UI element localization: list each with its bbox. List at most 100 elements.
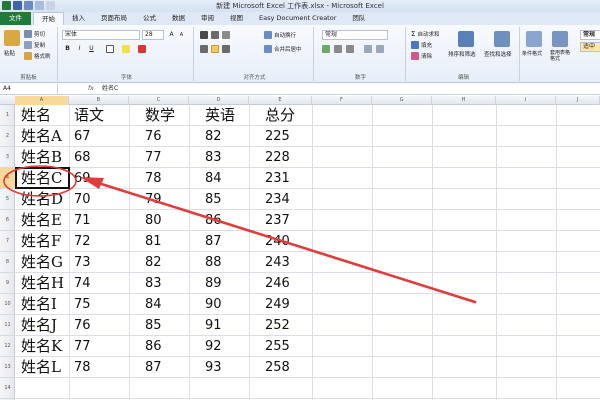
- cell-c9[interactable]: 83: [145, 273, 162, 294]
- increase-decimal-icon[interactable]: [364, 45, 372, 53]
- underline-button[interactable]: U: [87, 44, 96, 53]
- tab-review[interactable]: 审阅: [193, 12, 222, 25]
- number-format-select[interactable]: 常规: [322, 30, 388, 40]
- comma-icon[interactable]: [346, 45, 354, 53]
- tab-data[interactable]: 数据: [164, 12, 193, 25]
- paste-icon[interactable]: [4, 30, 20, 46]
- percent-icon[interactable]: [334, 45, 342, 53]
- formula-input[interactable]: 姓名C: [102, 84, 118, 94]
- cell-a8[interactable]: 姓名G: [21, 252, 63, 273]
- name-box[interactable]: A4: [0, 84, 58, 94]
- cell-e2[interactable]: 225: [265, 126, 290, 147]
- cell-a7[interactable]: 姓名F: [21, 231, 61, 252]
- sort-filter-button[interactable]: 排序和筛选: [448, 50, 476, 58]
- font-size-select[interactable]: 28: [142, 30, 164, 40]
- currency-icon[interactable]: [322, 45, 330, 53]
- column-header-g[interactable]: G: [372, 96, 432, 105]
- column-header-e[interactable]: E: [249, 96, 312, 105]
- shrink-font-button[interactable]: A: [177, 31, 186, 40]
- cell-a9[interactable]: 姓名H: [21, 273, 64, 294]
- cell-b4[interactable]: 69: [74, 168, 91, 189]
- cell-e1[interactable]: 总分: [265, 105, 295, 126]
- cell-e4[interactable]: 231: [265, 168, 290, 189]
- cell-c2[interactable]: 76: [145, 126, 162, 147]
- cell-c7[interactable]: 81: [145, 231, 162, 252]
- cell-b13[interactable]: 78: [74, 357, 91, 378]
- cell-b7[interactable]: 72: [74, 231, 91, 252]
- row-header-3[interactable]: 3: [0, 147, 15, 168]
- column-header-h[interactable]: H: [432, 96, 496, 105]
- cell-e7[interactable]: 240: [265, 231, 290, 252]
- cell-b6[interactable]: 71: [74, 210, 91, 231]
- cell-b12[interactable]: 77: [74, 336, 91, 357]
- insert-function-icon[interactable]: fx: [88, 84, 94, 94]
- cell-c10[interactable]: 84: [145, 294, 162, 315]
- cell-c13[interactable]: 87: [145, 357, 162, 378]
- cell-e9[interactable]: 246: [265, 273, 290, 294]
- cell-d7[interactable]: 87: [205, 231, 222, 252]
- cell-b3[interactable]: 68: [74, 147, 91, 168]
- cut-button[interactable]: 剪切: [24, 30, 45, 38]
- tab-view[interactable]: 视图: [222, 12, 251, 25]
- align-bottom-icon[interactable]: [222, 31, 230, 39]
- copy-button[interactable]: 复制: [24, 41, 45, 49]
- cell-d2[interactable]: 82: [205, 126, 222, 147]
- cell-a6[interactable]: 姓名E: [21, 210, 62, 231]
- format-as-table-button[interactable]: 套用表格格式: [550, 50, 572, 62]
- cell-d6[interactable]: 86: [205, 210, 222, 231]
- cell-d10[interactable]: 90: [205, 294, 222, 315]
- cell-c6[interactable]: 80: [145, 210, 162, 231]
- column-header-a[interactable]: A: [15, 96, 69, 105]
- style-normal[interactable]: 常规: [580, 30, 600, 40]
- cell-c12[interactable]: 86: [145, 336, 162, 357]
- cell-a5[interactable]: 姓名D: [21, 189, 63, 210]
- column-header-c[interactable]: C: [129, 96, 189, 105]
- cell-e5[interactable]: 234: [265, 189, 290, 210]
- conditional-format-button[interactable]: 条件格式: [522, 50, 542, 57]
- cell-b10[interactable]: 75: [74, 294, 91, 315]
- cell-e8[interactable]: 243: [265, 252, 290, 273]
- column-header-f[interactable]: F: [312, 96, 372, 105]
- cell-c8[interactable]: 82: [145, 252, 162, 273]
- cell-d9[interactable]: 89: [205, 273, 222, 294]
- fill-color-icon[interactable]: [122, 45, 130, 53]
- row-header-13[interactable]: 13: [0, 357, 15, 378]
- grow-font-button[interactable]: A: [167, 30, 176, 39]
- find-select-icon[interactable]: [494, 31, 510, 47]
- cell-b8[interactable]: 73: [74, 252, 91, 273]
- cell-e11[interactable]: 252: [265, 315, 290, 336]
- fill-button[interactable]: 填充: [411, 41, 432, 49]
- cell-a13[interactable]: 姓名L: [21, 357, 61, 378]
- tab-easy-document-creator[interactable]: Easy Document Creator: [251, 12, 344, 25]
- merge-center-button[interactable]: 合并后居中: [264, 45, 302, 53]
- row-header-14[interactable]: 14: [0, 378, 15, 399]
- wrap-text-button[interactable]: 自动换行: [264, 31, 296, 39]
- column-header-d[interactable]: D: [189, 96, 249, 105]
- cell-d11[interactable]: 91: [205, 315, 222, 336]
- tab-insert[interactable]: 插入: [64, 12, 93, 25]
- cell-b1[interactable]: 语文: [74, 105, 104, 126]
- cell-e10[interactable]: 249: [265, 294, 290, 315]
- align-left-icon[interactable]: [200, 45, 208, 53]
- align-middle-icon[interactable]: [211, 31, 219, 39]
- cell-a2[interactable]: 姓名A: [21, 126, 62, 147]
- align-center-icon[interactable]: [211, 45, 219, 53]
- cell-e13[interactable]: 258: [265, 357, 290, 378]
- tab-home[interactable]: 开始: [33, 12, 64, 25]
- row-header-10[interactable]: 10: [0, 294, 15, 315]
- tab-team[interactable]: 团队: [344, 12, 373, 25]
- cell-d3[interactable]: 83: [205, 147, 222, 168]
- find-select-button[interactable]: 查找和选择: [484, 50, 512, 58]
- worksheet-grid[interactable]: 姓名 语文 数学 英语 总分 姓名A 67 76 82 225 姓名B 68 77 83 228 姓名C 69 7…: [15, 105, 600, 400]
- row-header-5[interactable]: 5: [0, 189, 15, 210]
- font-color-icon[interactable]: [138, 45, 146, 53]
- tab-page-layout[interactable]: 页面布局: [93, 12, 135, 25]
- row-header-1[interactable]: 1: [0, 105, 15, 126]
- sort-filter-icon[interactable]: [458, 31, 474, 47]
- cell-b11[interactable]: 76: [74, 315, 91, 336]
- cell-c4[interactable]: 78: [145, 168, 162, 189]
- cell-b2[interactable]: 67: [74, 126, 91, 147]
- row-header-11[interactable]: 11: [0, 315, 15, 336]
- format-painter-button[interactable]: 格式刷: [24, 52, 51, 60]
- cell-d5[interactable]: 85: [205, 189, 222, 210]
